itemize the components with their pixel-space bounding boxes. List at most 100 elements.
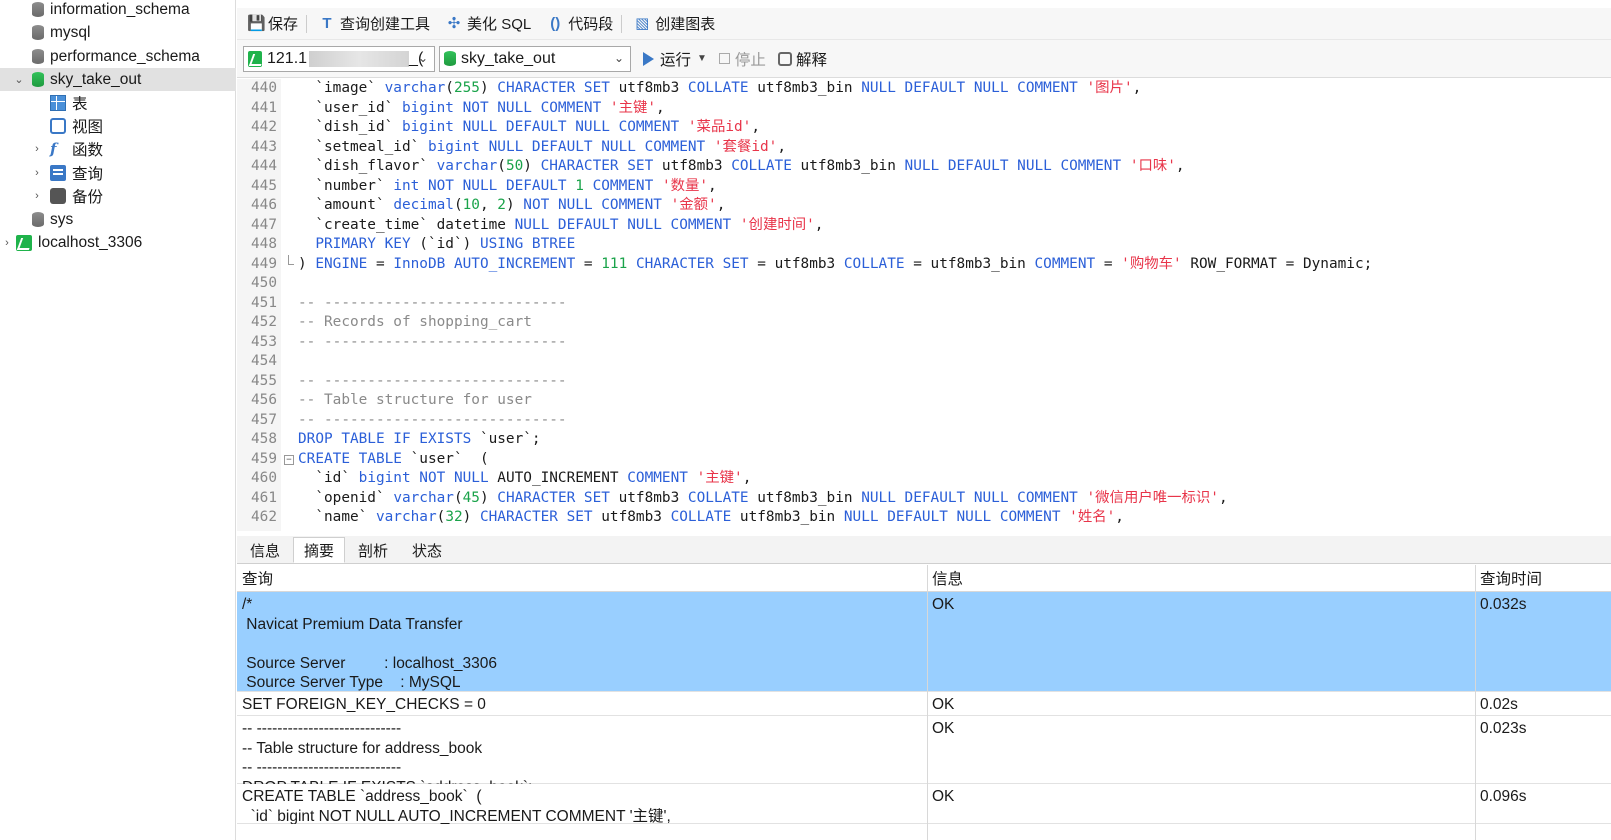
tree-item-sky-take-out[interactable]: ⌄ sky_take_out (0, 68, 236, 91)
line-number: 444 (251, 158, 277, 174)
code-token: utf8mb3 (609, 489, 688, 506)
code-token: ( (453, 197, 463, 213)
create-chart-label: 创建图表 (655, 16, 716, 33)
line-number: 446 (251, 197, 277, 213)
explain-label: 解释 (795, 51, 827, 69)
code-line: 441 `user_id` bigint NOT NULL COMMENT '主… (237, 99, 1611, 119)
code-text: DROP TABLE IF EXISTS `user`; (298, 430, 541, 450)
database-value: sky_take_out (461, 49, 556, 67)
code-token: -- Records of shopping_cart (298, 314, 532, 330)
tab-label: 剖析 (358, 542, 389, 560)
explain-button[interactable]: 解释 (777, 48, 827, 70)
cell-info: OK (932, 696, 955, 713)
table-row[interactable]: CREATE TABLE `address_book` ( `id` bigin… (237, 784, 1611, 824)
line-number: 461 (251, 489, 277, 506)
cell-info: OK (932, 596, 955, 613)
column-header-time[interactable]: 查询时间 (1475, 570, 1611, 590)
connection-select[interactable]: 121.1 _( ⌄ (243, 45, 435, 72)
result-grid[interactable]: 查询 信息 查询时间 /* Navicat Premium Data Trans… (237, 565, 1611, 840)
code-text: `id` bigint NOT NULL AUTO_INCREMENT COMM… (298, 469, 751, 489)
column-header-query[interactable]: 查询 (237, 570, 925, 590)
chevron-right-icon[interactable]: › (30, 167, 44, 179)
code-token: CHARACTER SET (540, 158, 654, 174)
code-snippet-icon: () (550, 14, 561, 32)
code-token: ROW_FORMAT = Dynamic; (1181, 255, 1373, 272)
code-token: ( (445, 80, 454, 96)
column-header-info[interactable]: 信息 (927, 570, 1472, 590)
code-token: `amount` (298, 197, 394, 213)
query-builder-button[interactable]: T 查询创建工具 (319, 13, 430, 34)
code-text: `create_time` datetime NULL DEFAULT NULL… (298, 216, 823, 236)
stop-button[interactable]: 停止 (718, 48, 766, 70)
database-icon (32, 2, 44, 17)
tab-summary[interactable]: 摘要 (293, 537, 346, 563)
tree-item-backups[interactable]: › 备份 (0, 184, 236, 207)
database-icon (32, 49, 44, 64)
code-token: '购物车' (1121, 255, 1182, 272)
run-button[interactable]: 运行 ▼ (643, 48, 707, 70)
tree-item-label: mysql (50, 23, 91, 41)
code-token: CHARACTER SET (497, 80, 610, 96)
table-row[interactable]: SET FOREIGN_KEY_CHECKS = 0 OK 0.02s (237, 692, 1611, 716)
code-token: 45 (462, 489, 480, 506)
code-token: ( (436, 509, 446, 525)
code-token: `create_time` datetime (298, 216, 515, 233)
code-token: '套餐id' (713, 138, 778, 155)
line-number: 453 (251, 333, 277, 350)
tree-item-performance-schema[interactable]: performance_schema (0, 45, 236, 68)
code-token: = utf8mb3_bin (904, 255, 1035, 272)
code-token: ( (453, 489, 463, 506)
code-token: , (479, 197, 498, 213)
fold-toggle-icon[interactable]: − (284, 454, 294, 465)
code-snippet-button[interactable]: () 代码段 (547, 13, 613, 34)
chevron-right-icon[interactable]: › (30, 190, 44, 202)
fold-end-marker (288, 254, 294, 265)
code-line: 440 `image` varchar(255) CHARACTER SET u… (237, 79, 1611, 99)
database-select[interactable]: sky_take_out ⌄ (439, 45, 631, 72)
code-token: -- Table structure for user (298, 392, 532, 408)
table-row[interactable]: /* Navicat Premium Data Transfer Source … (237, 592, 1611, 692)
code-token: -- ---------------------------- (298, 411, 567, 428)
tree-item-mysql[interactable]: mysql (0, 21, 236, 44)
tree-item-tables[interactable]: 表 (0, 91, 236, 114)
beautify-sql-button[interactable]: ✣ 美化 SQL (446, 13, 531, 34)
tree-item-localhost-3306[interactable]: › localhost_3306 (0, 231, 236, 254)
code-text: `user_id` bigint NOT NULL COMMENT '主键', (298, 99, 664, 119)
function-icon: f (50, 139, 57, 158)
tab-status[interactable]: 状态 (401, 537, 453, 563)
tree-item-queries[interactable]: › 查询 (0, 161, 236, 184)
line-number: 449 (251, 255, 277, 272)
save-label: 保存 (268, 16, 299, 33)
tab-profile[interactable]: 剖析 (347, 537, 399, 563)
caret-down-icon[interactable]: ▼ (697, 53, 707, 64)
backup-icon (50, 187, 66, 204)
code-token: , (751, 119, 760, 135)
code-token: bigint NULL DEFAULT NULL COMMENT (427, 138, 706, 155)
sql-editor[interactable]: 440 `image` varchar(255) CHARACTER SET u… (237, 79, 1611, 531)
code-text: -- ---------------------------- (298, 333, 567, 353)
tree-item-views[interactable]: 视图 (0, 114, 236, 137)
cell-info: OK (932, 788, 955, 805)
code-line: 449) ENGINE = InnoDB AUTO_INCREMENT = 11… (237, 254, 1611, 275)
code-line: 454 (237, 352, 1611, 372)
tree-item-information-schema[interactable]: information_schema (0, 0, 236, 21)
code-token: '微信用户唯一标识' (1086, 489, 1219, 506)
tab-info[interactable]: 信息 (239, 537, 291, 563)
tree-item-sys[interactable]: sys (0, 208, 236, 231)
connection-icon (16, 234, 32, 251)
create-chart-button[interactable]: ▧ 创建图表 (634, 13, 715, 34)
tree-item-label: 表 (72, 95, 88, 113)
chevron-right-icon[interactable]: › (30, 143, 44, 155)
code-line: 442 `dish_id` bigint NULL DEFAULT NULL C… (237, 118, 1611, 138)
line-number: 457 (251, 411, 277, 428)
toolbar-divider (621, 14, 623, 33)
save-button[interactable]: 💾 保存 (247, 13, 298, 34)
tree-item-functions[interactable]: › f 函数 (0, 137, 236, 160)
code-token: `number` (298, 177, 394, 194)
code-text: -- ---------------------------- (298, 372, 567, 392)
code-text: `image` varchar(255) CHARACTER SET utf8m… (298, 79, 1141, 99)
chevron-down-icon[interactable]: ⌄ (12, 73, 26, 86)
chevron-right-icon[interactable]: › (0, 237, 14, 249)
table-row[interactable]: -- ---------------------------- -- Table… (237, 716, 1611, 784)
